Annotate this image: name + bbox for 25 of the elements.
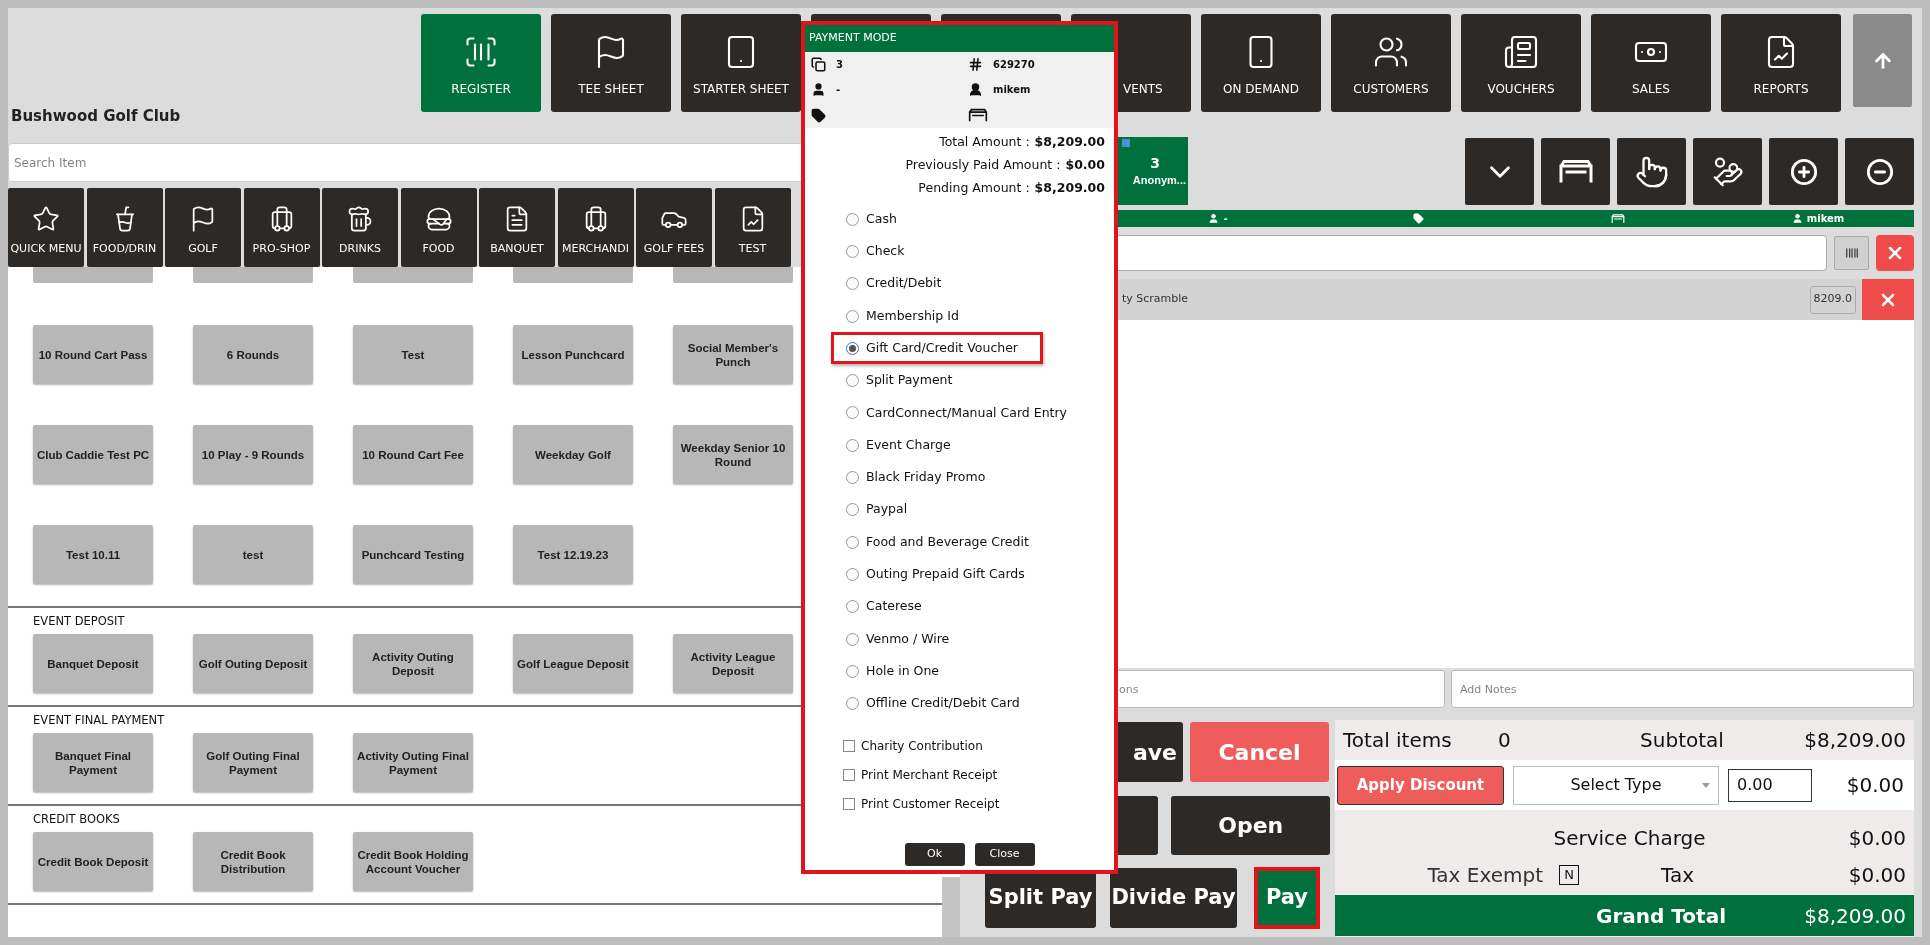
dialog-title: PAYMENT MODE xyxy=(805,25,1114,52)
tax-value: $0.00 xyxy=(1847,862,1906,889)
ticket-number: 629270 xyxy=(993,58,1035,73)
tax-label: Tax xyxy=(1660,862,1695,889)
guest-count: 3 xyxy=(836,58,843,73)
item-name: ty Scramble xyxy=(1121,291,1190,308)
tax-exempt-label: Tax Exempt xyxy=(1426,862,1543,889)
total-items-label: Total items xyxy=(1343,727,1453,754)
subtotal-label: Subtotal xyxy=(1639,727,1725,754)
section-title: EVENT FINAL PAYMENT xyxy=(33,713,166,727)
subtotal-value: $8,209.00 xyxy=(1803,727,1906,754)
user-name: mikem xyxy=(1806,212,1845,226)
service-charge-value: $0.00 xyxy=(1847,825,1906,852)
discount-amount: $0.00 xyxy=(1845,772,1905,799)
service-charge-label: Service Charge xyxy=(1552,825,1707,852)
customer-name: - xyxy=(836,83,841,98)
club-name: Bushwood Golf Club xyxy=(11,105,181,127)
user-name: mikem xyxy=(993,83,1031,98)
section-title: EVENT DEPOSIT xyxy=(33,614,126,628)
customer-name: - xyxy=(1223,212,1228,226)
grand-total-label: Grand Total xyxy=(1596,902,1727,930)
total-items-value: 0 xyxy=(1498,727,1512,754)
grand-total-value: $8,209.00 xyxy=(1803,902,1906,930)
section-title: CREDIT BOOKS xyxy=(33,812,121,826)
amount-label: Pending Amount : xyxy=(918,179,1030,198)
